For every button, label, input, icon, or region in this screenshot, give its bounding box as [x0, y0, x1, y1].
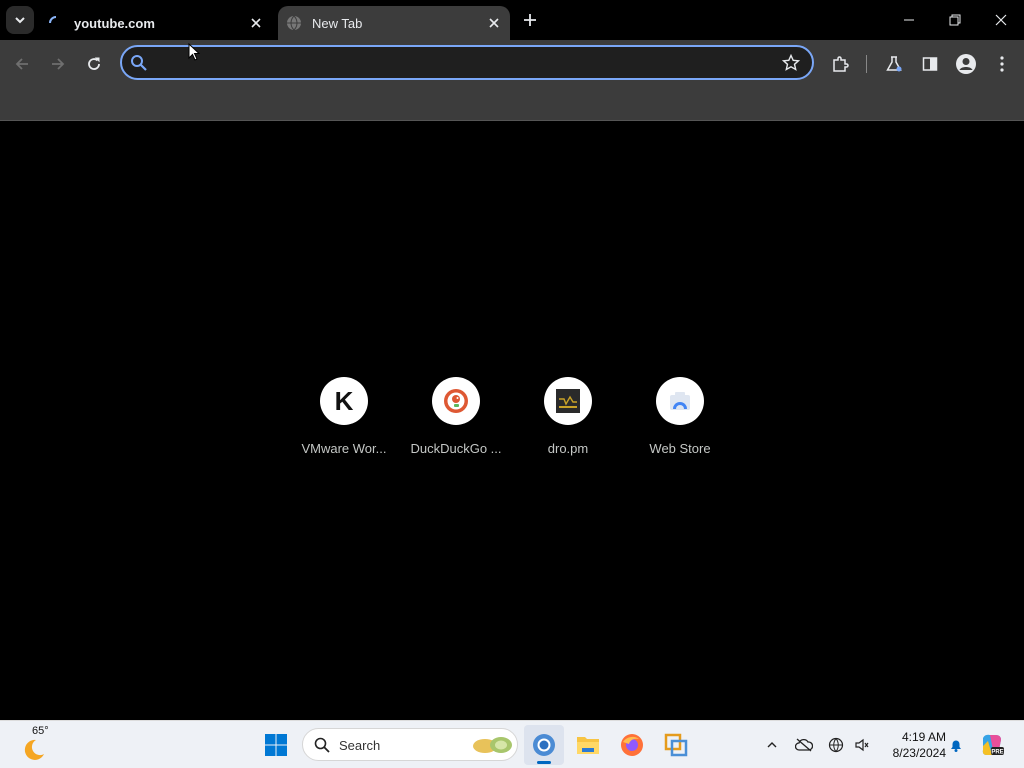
chevron-down-icon — [15, 17, 25, 24]
plus-icon — [524, 14, 536, 26]
forward-button[interactable] — [44, 50, 72, 78]
letter-k-icon: K — [334, 385, 354, 416]
globe-icon — [828, 737, 844, 753]
moon-weather-icon — [24, 739, 44, 760]
tab-new-tab[interactable]: New Tab — [278, 6, 510, 40]
weather-temperature: 65° — [32, 725, 49, 737]
menu-button[interactable] — [988, 50, 1016, 78]
close-icon — [489, 18, 499, 28]
speaker-icon — [855, 738, 869, 752]
new-tab-page: K VMware Wor... DuckDuckGo ... dro.pm We… — [0, 121, 1024, 720]
side-panel-button[interactable] — [916, 50, 944, 78]
toolbar — [0, 40, 1024, 121]
tab-search-button[interactable] — [6, 6, 34, 34]
arrow-left-icon — [15, 58, 28, 70]
chevron-up-icon — [767, 742, 777, 748]
shortcut-tile[interactable]: dro.pm — [512, 377, 624, 467]
reload-icon — [88, 57, 100, 70]
vmware-icon — [664, 733, 688, 757]
shortcut-tile[interactable]: DuckDuckGo ... — [400, 377, 512, 467]
more-vertical-icon — [1000, 56, 1004, 72]
tab-title: New Tab — [312, 15, 363, 31]
loading-spinner-icon — [49, 16, 57, 24]
svg-text:PRE: PRE — [991, 750, 1003, 756]
start-button[interactable] — [256, 725, 296, 765]
shortcut-icon-circle — [656, 377, 704, 425]
bell-icon — [951, 740, 961, 752]
shortcut-label: dro.pm — [547, 441, 589, 456]
tab-youtube[interactable]: youtube.com — [40, 6, 272, 40]
taskbar-chrome[interactable] — [524, 725, 564, 765]
taskbar-firefox[interactable] — [612, 725, 652, 765]
chrome-icon — [533, 734, 555, 756]
flask-icon — [886, 56, 902, 72]
address-input[interactable] — [158, 53, 758, 73]
minimize-icon — [904, 19, 914, 21]
tray-network[interactable] — [824, 733, 848, 757]
close-window-button[interactable] — [978, 0, 1024, 40]
browser-window: youtube.com New Tab — [0, 0, 1024, 121]
close-icon — [251, 18, 261, 28]
new-tab-button[interactable] — [518, 8, 542, 32]
extensions-button[interactable] — [826, 50, 854, 78]
puzzle-icon — [833, 56, 849, 72]
copilot-icon: PRE — [982, 734, 1004, 756]
taskbar-search[interactable]: Search — [302, 728, 518, 761]
omnibox[interactable] — [120, 45, 814, 80]
restore-button[interactable] — [932, 0, 978, 40]
arrow-right-icon — [52, 58, 65, 70]
web-store-icon — [670, 392, 690, 410]
shortcut-icon-circle — [432, 377, 480, 425]
minimize-button[interactable] — [886, 0, 932, 40]
shortcut-icon-circle — [544, 377, 592, 425]
labs-button[interactable] — [880, 50, 908, 78]
weather-widget[interactable]: 65° — [18, 725, 58, 765]
tab-title: youtube.com — [74, 15, 155, 31]
search-highlight-icon — [473, 737, 512, 753]
reload-button[interactable] — [80, 50, 108, 78]
shortcut-label: VMware Wor... — [301, 441, 387, 456]
bookmark-star-icon[interactable] — [782, 54, 800, 72]
search-icon — [131, 55, 147, 71]
back-button[interactable] — [8, 50, 36, 78]
restore-icon — [949, 14, 961, 26]
clock-date: 8/23/2024 — [892, 746, 946, 760]
avatar-icon — [956, 54, 976, 74]
clock-time: 4:19 AM — [901, 730, 946, 744]
taskbar-search-label: Search — [339, 738, 381, 753]
shortcut-icon-circle: K — [320, 377, 368, 425]
shortcut-tile[interactable]: Web Store — [624, 377, 736, 467]
search-icon — [314, 737, 330, 753]
cloud-offline-icon — [795, 738, 813, 752]
side-panel-icon — [922, 57, 938, 71]
tab-close-button[interactable] — [484, 13, 504, 33]
tray-onedrive[interactable] — [792, 733, 816, 757]
toolbar-divider — [866, 55, 867, 73]
copilot-button[interactable]: PRE — [978, 731, 1006, 759]
close-icon — [995, 14, 1007, 26]
dro-pm-icon — [556, 389, 580, 413]
globe-icon — [287, 15, 301, 31]
tab-close-button[interactable] — [246, 13, 266, 33]
mouse-cursor-icon — [188, 43, 200, 61]
shortcut-label: DuckDuckGo ... — [410, 441, 502, 456]
firefox-icon — [621, 734, 643, 756]
shortcut-label: Web Store — [649, 441, 711, 456]
profile-button[interactable] — [952, 50, 980, 78]
tab-strip: youtube.com New Tab — [0, 0, 1024, 40]
tray-volume[interactable] — [850, 733, 874, 757]
shortcut-tile[interactable]: K VMware Wor... — [288, 377, 400, 467]
duckduckgo-icon — [444, 389, 468, 413]
taskbar: 65° Search 4:19 AM 8/23/2024 PRE — [0, 720, 1024, 768]
notifications-button[interactable] — [944, 733, 968, 757]
clock[interactable]: 4:19 AM 8/23/2024 — [880, 729, 946, 761]
show-hidden-icons-button[interactable] — [760, 733, 784, 757]
windows-logo-icon — [265, 734, 287, 756]
taskbar-file-explorer[interactable] — [568, 725, 608, 765]
folder-icon — [577, 737, 599, 754]
taskbar-vmware[interactable] — [656, 725, 696, 765]
